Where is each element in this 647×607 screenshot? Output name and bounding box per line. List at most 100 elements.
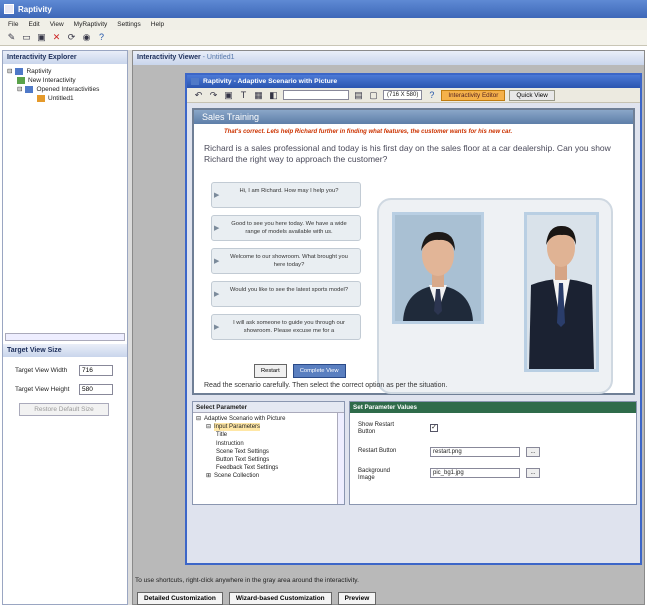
left-panel: Interactivity Explorer ⊟ Raptivity New In… (2, 50, 128, 605)
menu-file[interactable]: File (8, 21, 18, 28)
tab-interactivity-editor[interactable]: Interactivity Editor (441, 89, 506, 101)
select-parameter-title: Select Parameter (193, 402, 344, 413)
restart-button-input[interactable]: restart.png (430, 447, 520, 457)
picture-frame (377, 198, 613, 394)
param-item[interactable]: Button Text Settings (196, 456, 341, 464)
parameter-tree: ⊟ Adaptive Scenario with Picture ⊟ Input P… (193, 413, 344, 483)
explorer-tree: ⊟ Raptivity New Interactivity ⊟ Opened Int… (3, 64, 127, 106)
resize-icon[interactable]: ▢ (368, 90, 379, 101)
option-3[interactable]: ▶ Welcome to our showroom. What brought y… (211, 248, 361, 274)
editor-toolbar: ↶ ↷ ▣ T ▦ ◧ ▤ ▢ (716 X 580) ? Interactiv… (187, 88, 640, 103)
parameter-vscrollbar[interactable] (337, 413, 344, 504)
play-arrow-icon: ▶ (214, 258, 220, 265)
menu-help[interactable]: Help (151, 21, 164, 28)
sim-instruction: Read the scenario carefully. Then select… (204, 382, 448, 389)
wizard-customization-button[interactable]: Wizard-based Customization (228, 592, 332, 605)
shortcut-hint: To use shortcuts, right-click anywhere i… (135, 577, 359, 584)
folder-icon (25, 86, 34, 93)
menu-settings[interactable]: Settings (117, 21, 141, 28)
param-item[interactable]: Scene Text Settings (196, 448, 341, 456)
window-icon (191, 78, 199, 85)
save-icon[interactable]: ▣ (223, 90, 234, 101)
set-parameter-values-panel: Set Parameter Values Show Restart Button… (349, 401, 637, 505)
text-icon[interactable]: T (238, 90, 249, 101)
customer-photo (392, 212, 484, 324)
play-arrow-icon: ▶ (214, 324, 220, 331)
tree-item-new[interactable]: New Interactivity (7, 76, 123, 85)
tree-item-untitled[interactable]: Untitled1 (7, 94, 123, 103)
help-icon[interactable]: ? (426, 90, 437, 101)
collapse-icon[interactable]: ⊟ (7, 67, 12, 76)
play-arrow-icon: ▶ (214, 192, 220, 199)
show-restart-checkbox[interactable]: ✓ (430, 424, 438, 432)
param-item[interactable]: Title (196, 431, 341, 439)
salesman-photo (524, 212, 599, 372)
param-item[interactable]: ⊞ Scene Collection (196, 472, 341, 480)
param-item[interactable]: ⊟ Input Parameters (196, 423, 341, 432)
app-icon (4, 4, 14, 14)
view-size-readout: (716 X 580) (383, 90, 423, 100)
menu-myraptivity[interactable]: MyRaptivity (74, 21, 108, 28)
refresh-icon[interactable]: ⟳ (66, 32, 77, 43)
help-icon[interactable]: ? (96, 32, 107, 43)
target-view-title: Target View Size (3, 344, 127, 357)
show-restart-label: Show Restart Button (358, 422, 395, 435)
option-1[interactable]: ▶ Hi, I am Richard. How may I help you? (211, 182, 361, 208)
open-icon[interactable]: ▭ (21, 32, 32, 43)
collapse-icon[interactable]: ⊟ (206, 423, 211, 431)
width-input[interactable] (79, 365, 113, 376)
tree-item-raptivity[interactable]: ⊟ Raptivity (7, 67, 123, 76)
restart-button[interactable]: Restart (254, 364, 287, 378)
menu-view[interactable]: View (50, 21, 64, 28)
main-toolbar: ✎ ▭ ▣ ✕ ⟳ ◉ ? (0, 30, 647, 46)
background-image-label: Background Image (358, 468, 391, 481)
app-title: Raptivity (18, 4, 52, 14)
play-arrow-icon: ▶ (214, 225, 220, 232)
explorer-title: Interactivity Explorer (3, 51, 127, 64)
font-dropdown[interactable] (283, 90, 349, 100)
sim-question: Richard is a sales professional and toda… (204, 143, 611, 164)
restart-button-label: Restart Button (358, 448, 397, 454)
folder-icon (15, 68, 24, 75)
option-2[interactable]: ▶ Good to see you here today. We have a w… (211, 215, 361, 241)
grid-icon[interactable]: ▤ (353, 90, 364, 101)
complete-view-button[interactable]: Complete View (292, 364, 346, 378)
param-item[interactable]: Feedback Text Settings (196, 464, 341, 472)
redo-icon[interactable]: ↷ (208, 90, 219, 101)
menu-edit[interactable]: Edit (28, 21, 39, 28)
play-arrow-icon: ▶ (214, 291, 220, 298)
editor-window: Raptivity - Adaptive Scenario with Pictu… (185, 73, 642, 565)
param-item[interactable]: ⊟ Adaptive Scenario with Picture (196, 415, 341, 423)
undo-icon[interactable]: ↶ (193, 90, 204, 101)
menu-bar: File Edit View MyRaptivity Settings Help (0, 18, 647, 30)
publish-icon[interactable]: ◉ (81, 32, 92, 43)
tree-item-opened[interactable]: ⊟ Opened Interactivities (7, 85, 123, 94)
close-icon[interactable]: ✕ (51, 32, 62, 43)
interactivity-viewer: Interactivity Viewer - Untitled1 Raptivi… (132, 50, 645, 605)
collapse-icon[interactable]: ⊟ (17, 85, 22, 94)
width-label: Target View Width (15, 367, 68, 374)
tab-quick-view[interactable]: Quick View (509, 89, 555, 101)
explorer-hscrollbar[interactable] (5, 333, 125, 341)
option-4[interactable]: ▶ Would you like to see the latest sports… (211, 281, 361, 307)
target-view-size-panel: Target View Size Target View Width Targe… (3, 344, 127, 416)
option-5[interactable]: ▶ I will ask someone to guide you through… (211, 314, 361, 340)
preview-button[interactable]: Preview (337, 592, 377, 605)
background-browse-button[interactable]: ... (526, 468, 540, 478)
preview-stage: Sales Training That's correct. Lets help… (192, 108, 635, 395)
collapse-icon[interactable]: ⊟ (196, 415, 201, 423)
image-icon[interactable]: ▦ (253, 90, 264, 101)
background-image-input[interactable]: pic_bg1.jpg (430, 468, 520, 478)
restart-browse-button[interactable]: ... (526, 447, 540, 457)
param-item[interactable]: Instruction (196, 440, 341, 448)
height-input[interactable] (79, 384, 113, 395)
color-icon[interactable]: ◧ (268, 90, 279, 101)
sim-button-group: Restart Complete View (254, 364, 346, 378)
bottom-button-bar: Detailed Customization Wizard-based Cust… (133, 592, 646, 606)
set-values-title: Set Parameter Values (350, 402, 636, 413)
restore-default-button[interactable]: Restore Default Size (19, 403, 109, 416)
new-icon[interactable]: ✎ (6, 32, 17, 43)
save-icon[interactable]: ▣ (36, 32, 47, 43)
expand-icon[interactable]: ⊞ (206, 472, 211, 480)
detailed-customization-button[interactable]: Detailed Customization (137, 592, 223, 605)
